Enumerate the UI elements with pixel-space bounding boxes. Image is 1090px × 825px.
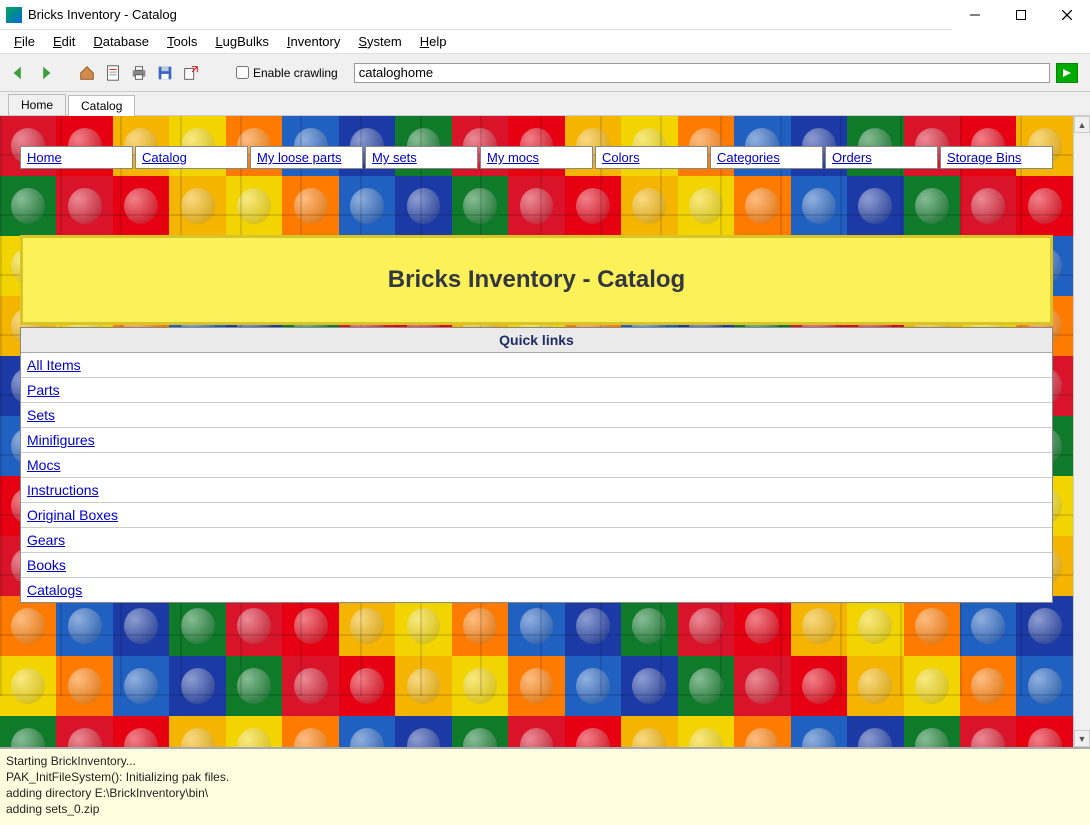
quicklink-books[interactable]: Books — [27, 557, 66, 573]
quicklink-original-boxes[interactable]: Original Boxes — [27, 507, 118, 523]
menu-database[interactable]: Database — [85, 32, 157, 51]
nav-row: Home Catalog My loose parts My sets My mocs C… — [20, 146, 1053, 169]
maximize-button[interactable] — [998, 0, 1044, 30]
nav-forward-button[interactable] — [34, 62, 56, 84]
enable-crawling-checkbox[interactable]: Enable crawling — [236, 66, 338, 80]
nav-back-button[interactable] — [8, 62, 30, 84]
quicklink-parts[interactable]: Parts — [27, 382, 60, 398]
window-title: Bricks Inventory - Catalog — [28, 7, 177, 22]
nav-cell-home: Home — [20, 146, 133, 169]
maximize-icon — [1016, 10, 1026, 20]
arrow-right-icon — [36, 64, 54, 82]
nav-cell-orders: Orders — [825, 146, 938, 169]
nav-cell-my-loose-parts: My loose parts — [250, 146, 363, 169]
menu-tools[interactable]: Tools — [159, 32, 205, 51]
home-button[interactable] — [76, 62, 98, 84]
home-icon — [78, 64, 96, 82]
enable-crawling-label: Enable crawling — [253, 66, 338, 80]
scroll-down-icon[interactable]: ▼ — [1074, 730, 1090, 747]
quicklink-instructions[interactable]: Instructions — [27, 482, 99, 498]
quicklink-row: Mocs — [21, 453, 1052, 478]
quicklinks-box: Quick links All Items Parts Sets Minifigure… — [20, 327, 1053, 603]
page-title: Bricks Inventory - Catalog — [20, 235, 1053, 325]
quicklink-row: Parts — [21, 378, 1052, 403]
log-line: PAK_InitFileSystem(): Initializing pak f… — [6, 769, 1084, 785]
nav-link-my-loose-parts[interactable]: My loose parts — [257, 150, 342, 165]
nav-cell-storage-bins: Storage Bins — [940, 146, 1053, 169]
app-icon — [6, 7, 22, 23]
menubar: File Edit Database Tools LugBulks Invent… — [0, 30, 1090, 54]
log-line: adding directory E:\BrickInventory\bin\ — [6, 785, 1084, 801]
menu-system[interactable]: System — [350, 32, 409, 51]
diary-button[interactable] — [102, 62, 124, 84]
nav-link-catalog[interactable]: Catalog — [142, 150, 187, 165]
quicklink-row: Minifigures — [21, 428, 1052, 453]
menu-help[interactable]: Help — [412, 32, 455, 51]
quicklink-all-items[interactable]: All Items — [27, 357, 81, 373]
quicklink-row: Instructions — [21, 478, 1052, 503]
nav-link-categories[interactable]: Categories — [717, 150, 780, 165]
titlebar: Bricks Inventory - Catalog — [0, 0, 1090, 30]
minimize-button[interactable] — [952, 0, 998, 30]
minimize-icon — [970, 10, 980, 20]
export-button[interactable] — [180, 62, 202, 84]
vertical-scrollbar[interactable]: ▲ ▼ — [1073, 116, 1090, 747]
document-icon — [104, 64, 122, 82]
floppy-icon — [156, 64, 174, 82]
close-icon — [1062, 10, 1072, 20]
tabbar: Home Catalog — [0, 92, 1090, 116]
titlebar-left: Bricks Inventory - Catalog — [0, 7, 177, 23]
toolbar: Enable crawling — [0, 54, 1090, 92]
log-line: adding sets_0.zip — [6, 801, 1084, 817]
nav-link-colors[interactable]: Colors — [602, 150, 640, 165]
quicklink-catalogs[interactable]: Catalogs — [27, 582, 82, 598]
export-icon — [182, 64, 200, 82]
quicklink-mocs[interactable]: Mocs — [27, 457, 60, 473]
content-area: Home Catalog My loose parts My sets My mocs C… — [0, 116, 1090, 747]
content-scroll[interactable]: Home Catalog My loose parts My sets My mocs C… — [0, 116, 1073, 747]
close-button[interactable] — [1044, 0, 1090, 30]
tab-catalog[interactable]: Catalog — [68, 95, 135, 116]
quicklinks-header: Quick links — [21, 328, 1052, 353]
menu-lugbulks[interactable]: LugBulks — [207, 32, 276, 51]
quicklink-row: Sets — [21, 403, 1052, 428]
quicklink-row: All Items — [21, 353, 1052, 378]
nav-link-my-mocs[interactable]: My mocs — [487, 150, 539, 165]
menu-file[interactable]: File — [6, 32, 43, 51]
quicklink-row: Books — [21, 553, 1052, 578]
print-button[interactable] — [128, 62, 150, 84]
nav-cell-categories: Categories — [710, 146, 823, 169]
nav-link-home[interactable]: Home — [27, 150, 62, 165]
go-arrow-icon — [1061, 67, 1073, 79]
quicklink-row: Original Boxes — [21, 503, 1052, 528]
nav-cell-my-mocs: My mocs — [480, 146, 593, 169]
menu-edit[interactable]: Edit — [45, 32, 83, 51]
nav-cell-my-sets: My sets — [365, 146, 478, 169]
nav-cell-catalog: Catalog — [135, 146, 248, 169]
menu-inventory[interactable]: Inventory — [279, 32, 349, 51]
address-input[interactable] — [354, 63, 1050, 83]
save-button[interactable] — [154, 62, 176, 84]
quicklink-row: Catalogs — [21, 578, 1052, 602]
quicklink-sets[interactable]: Sets — [27, 407, 55, 423]
scroll-up-icon[interactable]: ▲ — [1074, 116, 1090, 133]
quicklink-gears[interactable]: Gears — [27, 532, 65, 548]
printer-icon — [130, 64, 148, 82]
quicklink-minifigures[interactable]: Minifigures — [27, 432, 95, 448]
log-line: Starting BrickInventory... — [6, 753, 1084, 769]
tab-home[interactable]: Home — [8, 94, 66, 115]
window-controls — [952, 0, 1090, 30]
arrow-left-icon — [10, 64, 28, 82]
enable-crawling-input[interactable] — [236, 66, 249, 79]
nav-link-storage-bins[interactable]: Storage Bins — [947, 150, 1021, 165]
nav-link-orders[interactable]: Orders — [832, 150, 872, 165]
quicklink-row: Gears — [21, 528, 1052, 553]
nav-cell-colors: Colors — [595, 146, 708, 169]
log-panel[interactable]: Starting BrickInventory...PAK_InitFileSy… — [0, 747, 1090, 825]
nav-link-my-sets[interactable]: My sets — [372, 150, 417, 165]
go-button[interactable] — [1056, 63, 1078, 83]
